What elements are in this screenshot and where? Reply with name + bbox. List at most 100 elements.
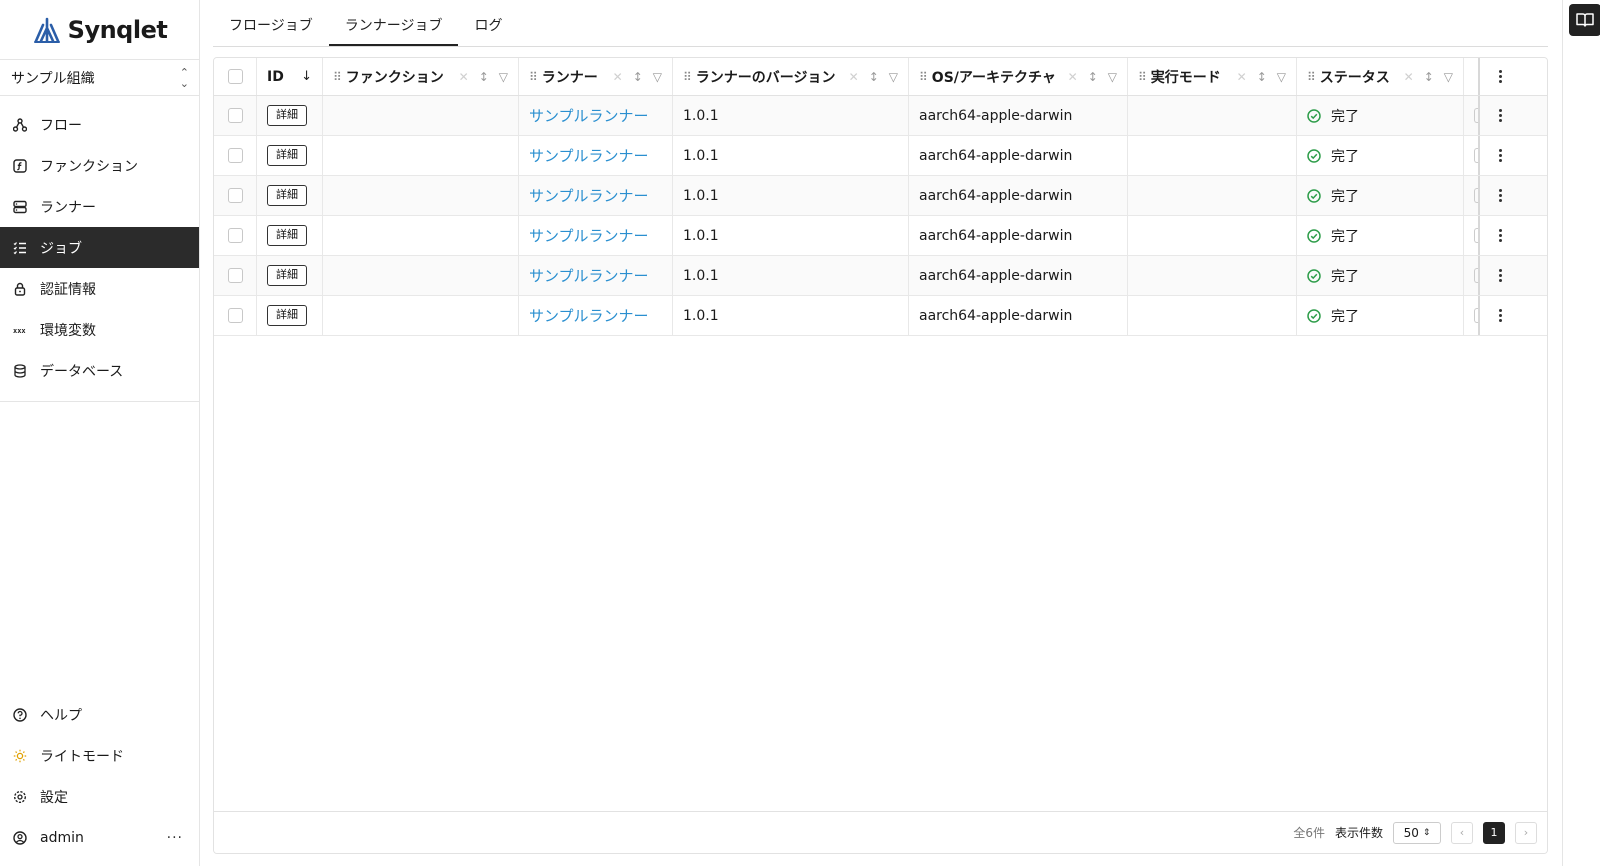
detail-button[interactable]: 詳細 [267,145,307,166]
filter-icon[interactable]: ▽ [1108,70,1117,84]
sort-icon[interactable]: ↕ [1088,70,1098,84]
tab-logs[interactable]: ログ [458,15,518,46]
next-page-button[interactable]: › [1515,821,1537,844]
detail-button[interactable]: 詳細 [267,185,307,206]
sidebar-item-env-vars[interactable]: xxx 環境変数 [0,309,199,350]
sort-icon[interactable]: ↕ [1424,70,1434,84]
column-header-runner-version[interactable]: ⠿ ランナーのバージョン ✕ ↕ ▽ [673,58,909,95]
sort-desc-icon[interactable]: ↓ [301,69,312,84]
clear-icon[interactable]: ✕ [459,70,469,84]
filter-icon[interactable]: ▽ [653,70,662,84]
drag-handle-icon[interactable]: ⠿ [333,70,342,84]
row-checkbox[interactable] [227,148,243,163]
row-checkbox[interactable] [227,268,243,283]
clear-icon[interactable]: ✕ [613,70,623,84]
partial-checkbox [1474,148,1478,163]
sidebar-item-runner[interactable]: ランナー [0,186,199,227]
sidebar-item-function[interactable]: ファンクション [0,145,199,186]
drag-handle-icon[interactable]: ⠿ [919,70,928,84]
row-checkbox[interactable] [227,308,243,323]
kebab-icon[interactable] [1498,109,1502,122]
detail-button[interactable]: 詳細 [267,105,307,126]
page-button-current[interactable]: 1 [1483,821,1505,844]
sidebar-item-flow[interactable]: フロー [0,104,199,145]
right-rail [1562,0,1600,866]
filter-icon[interactable]: ▽ [889,70,898,84]
page-size-select[interactable]: 50 ⇕ [1393,821,1441,844]
column-header-status[interactable]: ⠿ ステータス ✕ ↕ ▽ [1297,58,1464,95]
table-row[interactable]: 詳細 サンプルランナー 1.0.1 aarch64-apple-darwin 完了 [214,216,1547,256]
table-row[interactable]: 詳細 サンプルランナー 1.0.1 aarch64-apple-darwin 完了 [214,136,1547,176]
drag-handle-icon[interactable]: ⠿ [683,70,692,84]
partial-checkbox [1474,188,1478,203]
runner-link[interactable]: サンプルランナー [529,265,649,286]
kebab-icon[interactable] [1498,309,1502,322]
runner-link[interactable]: サンプルランナー [529,145,649,166]
sort-icon[interactable]: ↕ [869,70,879,84]
select-all-checkbox[interactable] [227,69,243,84]
clear-icon[interactable]: ✕ [1237,70,1247,84]
runner-link[interactable]: サンプルランナー [529,105,649,126]
filter-icon[interactable]: ▽ [1277,70,1286,84]
prev-page-button[interactable]: ‹ [1451,821,1473,844]
check-circle-icon [1307,108,1321,123]
flow-icon [13,117,27,132]
sidebar-item-job[interactable]: ジョブ [0,227,199,268]
drag-handle-icon[interactable]: ⠿ [1307,70,1316,84]
table-row[interactable]: 詳細 サンプルランナー 1.0.1 aarch64-apple-darwin 完了 [214,256,1547,296]
clear-icon[interactable]: ✕ [1068,70,1078,84]
more-icon[interactable]: ··· [167,830,183,846]
kebab-icon[interactable] [1498,149,1502,162]
row-checkbox[interactable] [227,108,243,123]
sidebar-item-credentials[interactable]: 認証情報 [0,268,199,309]
table-row[interactable]: 詳細 サンプルランナー 1.0.1 aarch64-apple-darwin 完了 [214,176,1547,216]
page-size-value: 50 [1403,825,1419,840]
drag-handle-icon[interactable]: ⠿ [1138,70,1147,84]
filter-icon[interactable]: ▽ [499,70,508,84]
table-row[interactable]: 詳細 サンプルランナー 1.0.1 aarch64-apple-darwin 完了 [214,296,1547,336]
kebab-icon[interactable] [1498,189,1502,202]
sort-icon[interactable]: ↕ [479,70,489,84]
row-checkbox[interactable] [227,188,243,203]
sort-icon[interactable]: ↕ [633,70,643,84]
column-header-label: ランナーのバージョン [695,69,836,86]
detail-button[interactable]: 詳細 [267,225,307,246]
row-checkbox[interactable] [227,228,243,243]
kebab-icon[interactable] [1498,70,1502,83]
clear-icon[interactable]: ✕ [849,70,859,84]
detail-button[interactable]: 詳細 [267,305,307,326]
sidebar-item-database[interactable]: データベース [0,350,199,391]
drag-handle-icon[interactable]: ⠿ [529,70,538,84]
docs-button[interactable] [1569,4,1600,36]
table-row[interactable]: 詳細 サンプルランナー 1.0.1 aarch64-apple-darwin 完了 [214,96,1547,136]
exec-mode-cell [1128,96,1297,135]
user-menu[interactable]: admin ··· [0,817,199,858]
select-all-cell [214,58,257,95]
sidebar-item-help[interactable]: ヘルプ [0,694,199,735]
job-tabs: フロージョブ ランナージョブ ログ [213,0,1548,47]
column-header-function[interactable]: ⠿ ファンクション ✕ ↕ ▽ [323,58,519,95]
brand-logo[interactable]: Synqlet [0,0,199,60]
kebab-icon[interactable] [1498,229,1502,242]
row-select-cell [214,296,257,335]
runner-link[interactable]: サンプルランナー [529,185,649,206]
runner-link[interactable]: サンプルランナー [529,225,649,246]
tab-flow-jobs[interactable]: フロージョブ [213,15,329,46]
detail-button[interactable]: 詳細 [267,265,307,286]
clear-icon[interactable]: ✕ [1404,70,1414,84]
column-actions-menu[interactable] [1480,58,1520,95]
column-header-runner[interactable]: ⠿ ランナー ✕ ↕ ▽ [519,58,673,95]
check-circle-icon [1307,308,1321,323]
org-selector[interactable]: サンプル組織 ⌃ ⌄ [0,60,199,96]
tab-runner-jobs[interactable]: ランナージョブ [328,15,459,46]
filter-icon[interactable]: ▽ [1444,70,1453,84]
column-header-exec-mode[interactable]: ⠿ 実行モード ✕ ↕ ▽ [1128,58,1297,95]
theme-toggle[interactable]: ライトモード [0,735,199,776]
column-header-id[interactable]: ID ↓ [257,58,323,95]
sort-icon[interactable]: ↕ [1257,70,1267,84]
runner-link[interactable]: サンプルランナー [529,305,649,326]
sidebar-item-settings[interactable]: 設定 [0,776,199,817]
column-header-os-arch[interactable]: ⠿ OS/アーキテクチャ ✕ ↕ ▽ [909,58,1128,95]
kebab-icon[interactable] [1498,269,1502,282]
overflow-cell [1464,176,1480,215]
